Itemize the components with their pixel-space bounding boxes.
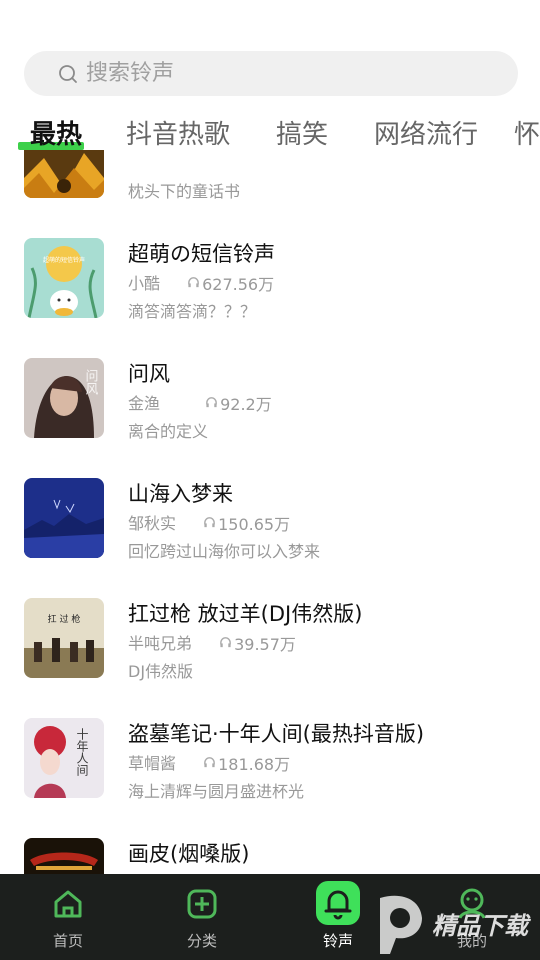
play-count-value: 627.56万 [202, 274, 275, 294]
list-item[interactable]: 山海入梦来 邹秋实 150.65万 回忆跨过山海你可以入梦来 [24, 478, 524, 561]
watermark-text: 精品下载 [432, 912, 532, 940]
cover-image: 问风 [24, 358, 104, 438]
play-count-value: 181.68万 [218, 754, 291, 774]
bell-icon [316, 881, 360, 925]
play-count: 39.57万 [219, 631, 296, 655]
cover-image: 十年人间 [24, 718, 104, 798]
play-count: 150.65万 [203, 511, 290, 535]
play-count-value: 92.2万 [220, 394, 272, 414]
search-input[interactable] [84, 60, 488, 87]
cover-text: 问风 [83, 369, 99, 396]
artist-name: 半吨兄弟 [128, 634, 193, 653]
headphones-icon [188, 277, 199, 288]
cover-text: 扛 过 枪 [48, 613, 81, 625]
artist-name: 邹秋实 [128, 514, 177, 533]
song-title: 盗墓笔记·十年人间(最热抖音版) [128, 722, 425, 746]
song-description: DJ伟然版 [128, 662, 194, 681]
play-count: 92.2万 [205, 391, 272, 415]
tab-funny[interactable]: 搞笑 [276, 108, 328, 156]
list-item[interactable]: 枕头下的童话书 [24, 150, 524, 201]
song-meta: 邹秋实 150.65万 [128, 510, 290, 535]
add-square-icon [187, 889, 217, 919]
song-description: 枕头下的童话书 [128, 182, 241, 201]
headphones-icon [204, 517, 215, 528]
song-description: 离合的定义 [128, 422, 209, 441]
list-item[interactable]: 扛 过 枪 扛过枪 放过羊(DJ伟然版) 半吨兄弟 39.57万 DJ伟然版 [24, 598, 524, 681]
tab-label: 网络流行 [374, 119, 479, 150]
play-count: 181.68万 [203, 751, 290, 775]
song-description: 海上清辉与圆月盛进杯光 [128, 782, 305, 801]
tab-label: 最热 [30, 119, 83, 150]
headphones-icon [206, 397, 217, 408]
search-icon [59, 64, 77, 83]
list-item[interactable]: 问风 问风 金渔 92.2万 离合的定义 [24, 358, 524, 441]
tab-douyin-hits[interactable]: 抖音热歌 [126, 108, 230, 156]
song-meta: 小酷 627.56万 [128, 270, 274, 295]
home-icon [54, 890, 82, 918]
cover-image: 超萌的短信铃声 [24, 238, 104, 318]
play-count: 627.56万 [187, 271, 274, 295]
play-count-value: 39.57万 [234, 634, 296, 654]
headphones-icon [204, 757, 215, 768]
nav-label: 首页 [52, 932, 83, 950]
song-title: 问风 [128, 362, 170, 386]
song-meta: 半吨兄弟 39.57万 [128, 630, 296, 655]
list-item[interactable]: 画皮(烟嗓版) [24, 838, 524, 874]
watermark-logo: 精品下载 [380, 895, 532, 954]
song-meta: 金渔 92.2万 [128, 390, 272, 415]
headphones-icon [220, 637, 231, 648]
song-description: 回忆跨过山海你可以入梦来 [128, 542, 321, 561]
nav-home[interactable]: 首页 [18, 874, 118, 960]
cover-image: 扛 过 枪 [24, 598, 104, 678]
artist-name: 草帽酱 [128, 754, 177, 773]
ringtone-list: 枕头下的童话书 超萌的短信铃声 超萌の短信铃声 小酷 627.56万 滴答滴答滴… [0, 150, 540, 874]
song-description: 滴答滴答滴？？？ [128, 302, 257, 321]
song-meta: 草帽酱 181.68万 [128, 750, 290, 775]
tab-label: 怀 [514, 119, 540, 150]
nav-label: 分类 [186, 932, 217, 950]
tab-label: 抖音热歌 [126, 119, 231, 150]
play-count-value: 150.65万 [218, 514, 291, 534]
artist-name: 小酷 [128, 274, 161, 293]
tab-label: 搞笑 [276, 119, 329, 150]
song-title: 扛过枪 放过羊(DJ伟然版) [128, 602, 363, 626]
cover-text: 超萌的短信铃声 [43, 256, 85, 264]
artist-name: 金渔 [128, 394, 161, 413]
tab-internet-popular[interactable]: 网络流行 [374, 108, 478, 156]
tab-nostalgic[interactable]: 怀 [514, 108, 540, 156]
search-bar[interactable] [24, 51, 518, 96]
cover-image [24, 838, 104, 874]
cover-text: 十年人间 [75, 728, 89, 776]
list-item[interactable]: 十年人间 盗墓笔记·十年人间(最热抖音版) 草帽酱 181.68万 海上清辉与圆… [24, 718, 524, 801]
tab-hottest[interactable]: 最热 [18, 108, 85, 156]
cover-image [24, 478, 104, 558]
song-title: 超萌の短信铃声 [128, 242, 275, 266]
song-title: 画皮(烟嗓版) [128, 842, 250, 866]
list-item[interactable]: 超萌的短信铃声 超萌の短信铃声 小酷 627.56万 滴答滴答滴？？？ [24, 238, 524, 321]
song-title: 山海入梦来 [128, 482, 233, 506]
cover-image [24, 150, 104, 198]
nav-category[interactable]: 分类 [152, 874, 252, 960]
